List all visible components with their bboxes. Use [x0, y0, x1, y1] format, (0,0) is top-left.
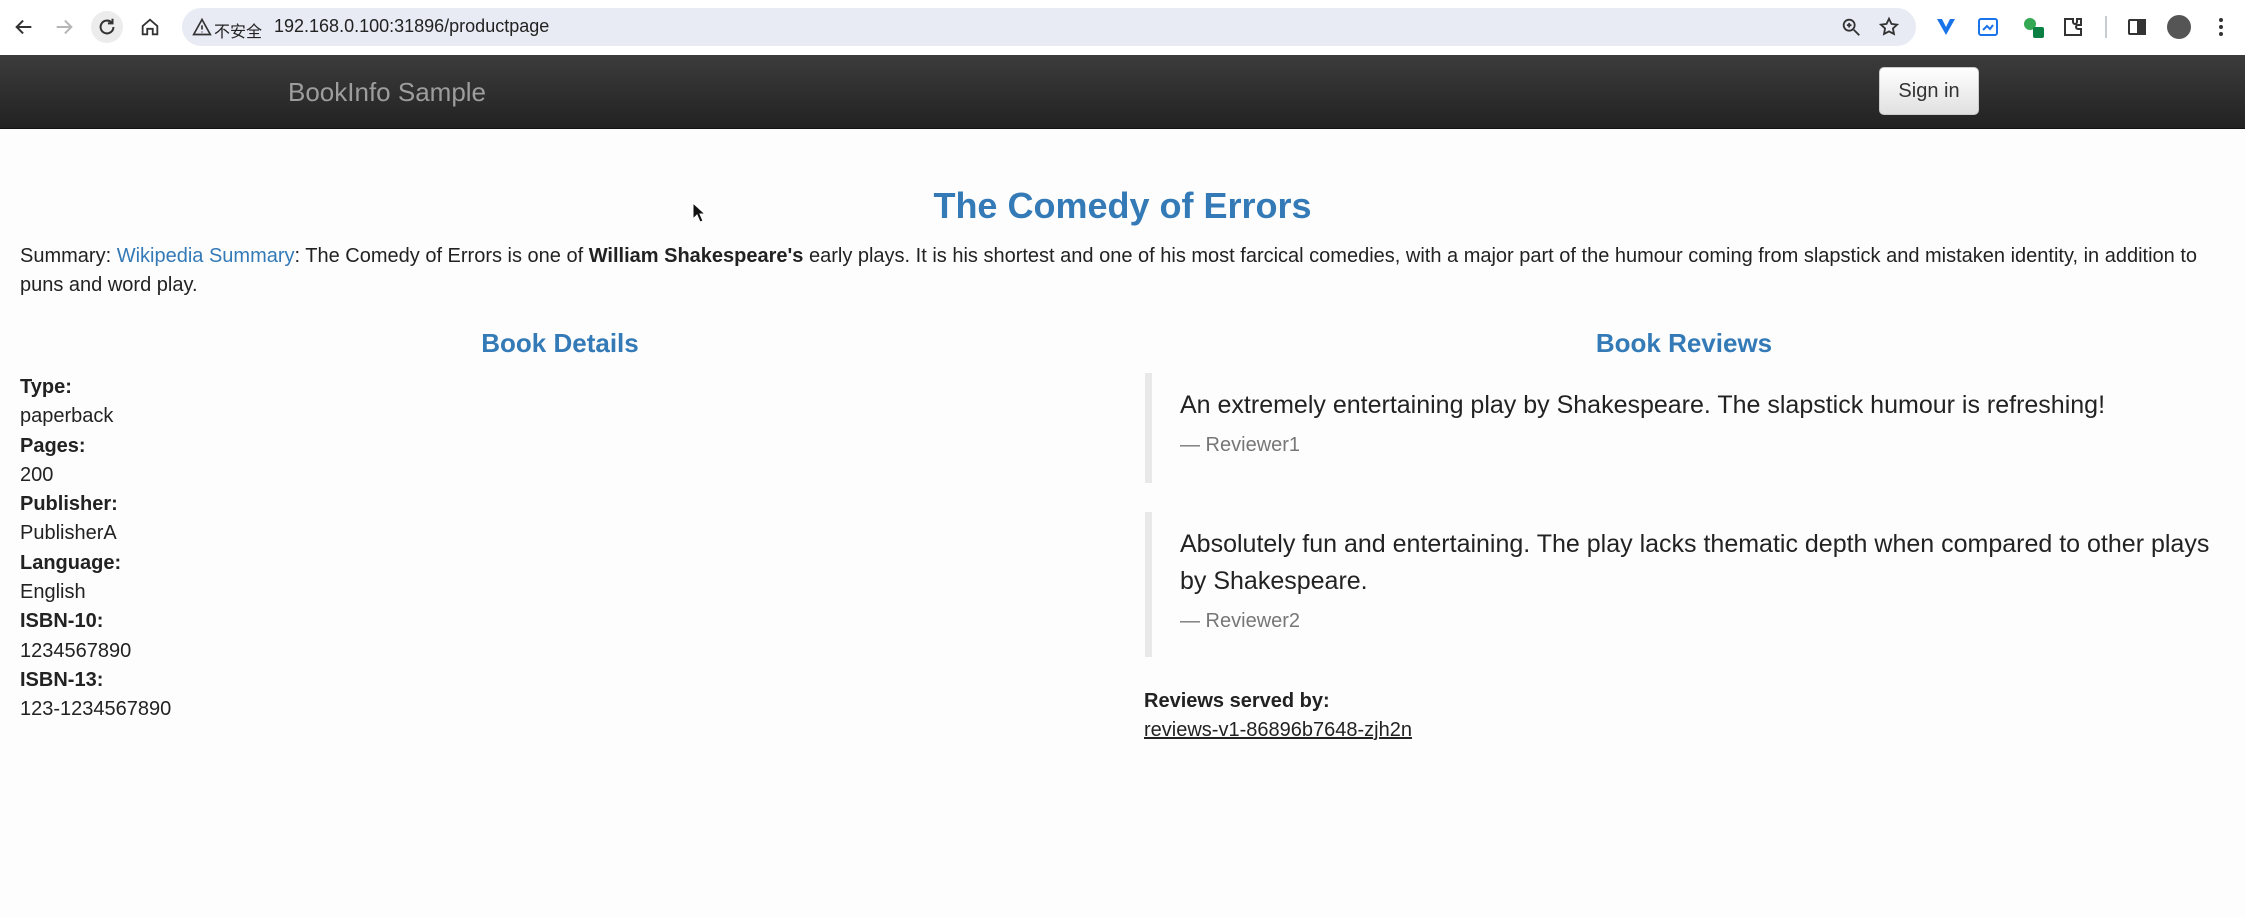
book-details-heading: Book Details	[481, 328, 639, 358]
brand-link[interactable]: BookInfo Sample	[288, 77, 486, 108]
security-label[interactable]: 不安全	[214, 18, 262, 42]
detail-label: Type:	[20, 376, 72, 398]
detail-value: paperback	[20, 405, 114, 428]
star-icon[interactable]	[1878, 16, 1900, 38]
book-summary: Summary: Wikipedia Summary: The Comedy o…	[20, 242, 2220, 300]
app-navbar: BookInfo Sample Sign in	[0, 55, 2245, 129]
detail-value: 1234567890	[20, 639, 132, 662]
url-text[interactable]: 192.168.0.100:31896/productpage	[274, 16, 549, 37]
extension-badge-icon[interactable]	[2020, 14, 2046, 40]
detail-label: Language:	[20, 551, 122, 574]
sidebar-icon[interactable]	[2124, 14, 2150, 40]
review-item: Absolutely fun and entertaining. The pla…	[1145, 512, 2225, 657]
review-author: — Reviewer1	[1180, 434, 1301, 456]
summary-prefix: Summary:	[20, 245, 117, 267]
extension-screen-icon[interactable]	[1975, 14, 2001, 40]
review-text: An extremely entertaining play by Shakes…	[1180, 391, 2106, 419]
summary-mid: : The Comedy of Errors is one of	[294, 245, 589, 267]
detail-label: ISBN-13:	[20, 668, 104, 691]
reviews-served-by-label: Reviews served by:	[1144, 690, 1330, 712]
home-icon[interactable]	[134, 11, 166, 43]
extension-icon[interactable]	[2060, 14, 2086, 40]
menu-kebab-icon[interactable]	[2208, 14, 2234, 40]
review-item: An extremely entertaining play by Shakes…	[1145, 373, 2225, 483]
mouse-cursor-icon	[692, 202, 706, 223]
detail-value: English	[20, 581, 86, 604]
toolbar-divider	[2105, 16, 2107, 38]
book-details-list: Type: paperback Pages: 200 Publisher: Pu…	[20, 373, 171, 725]
wikipedia-summary-link[interactable]: Wikipedia Summary	[117, 245, 295, 267]
reload-icon[interactable]	[91, 11, 123, 43]
back-arrow-icon[interactable]	[8, 11, 40, 43]
detail-value: PublisherA	[20, 522, 117, 545]
zoom-icon[interactable]	[1840, 16, 1862, 38]
detail-value: 123-1234567890	[20, 698, 172, 721]
detail-label: ISBN-10:	[20, 610, 104, 633]
extension-v-icon[interactable]	[1933, 14, 1959, 40]
detail-label: Pages:	[20, 434, 86, 457]
warning-icon[interactable]	[192, 17, 212, 37]
avatar-icon[interactable]	[2167, 15, 2191, 39]
review-author: — Reviewer2	[1180, 610, 1301, 632]
forward-arrow-icon[interactable]	[48, 11, 80, 43]
address-bar[interactable]: 不安全 192.168.0.100:31896/productpage	[182, 8, 1916, 46]
reviews-pod-name: reviews-v1-86896b7648-zjh2n	[1144, 719, 1412, 741]
detail-label: Publisher:	[20, 493, 118, 516]
sign-in-button[interactable]: Sign in	[1879, 67, 1979, 115]
review-text: Absolutely fun and entertaining. The pla…	[1180, 530, 2210, 595]
browser-toolbar: 不安全 192.168.0.100:31896/productpage	[0, 0, 2245, 55]
book-title: The Comedy of Errors	[933, 185, 1312, 226]
book-reviews-heading: Book Reviews	[1595, 328, 1773, 358]
summary-author: William Shakespeare's	[588, 245, 804, 267]
detail-value: 200	[20, 463, 54, 486]
